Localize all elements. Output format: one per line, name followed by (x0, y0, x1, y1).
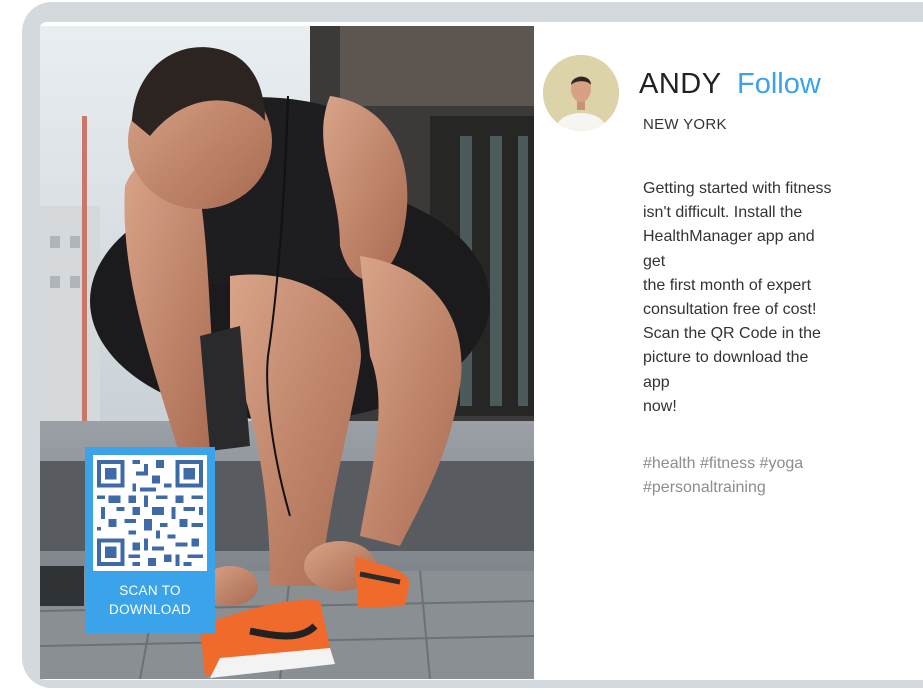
user-location: NEW YORK (643, 116, 727, 133)
description-line: isn't difficult. Install the (643, 204, 803, 222)
qr-label-line1: SCAN TO (119, 583, 181, 598)
description-line: Scan the QR Code in the (643, 325, 821, 343)
qr-code-image[interactable] (93, 455, 207, 571)
hashtag-fitness[interactable]: #fitness (700, 455, 755, 472)
post-description: Getting started with fitness isn't diffi… (643, 177, 883, 419)
description-line: consultation free of cost! (643, 301, 817, 319)
qr-code-icon (93, 456, 207, 570)
description-line: get (643, 252, 666, 270)
follow-button[interactable]: Follow (737, 68, 821, 101)
user-name[interactable]: ANDY (639, 68, 722, 101)
description-line: HealthManager app and (643, 228, 815, 246)
description-line: now! (643, 397, 677, 415)
qr-download-card[interactable]: SCAN TO DOWNLOAD (85, 447, 215, 633)
user-avatar-icon (543, 55, 619, 131)
description-line: picture to download the (643, 349, 809, 367)
description-line: app (643, 373, 670, 391)
description-line: Getting started with fitness (643, 180, 832, 197)
hashtag-yoga[interactable]: #yoga (760, 455, 804, 472)
hashtags: #health #fitness #yoga #personaltraining (643, 452, 873, 500)
avatar[interactable] (543, 55, 619, 131)
hashtag-personaltraining[interactable]: #personaltraining (643, 479, 766, 496)
qr-label: SCAN TO DOWNLOAD (85, 581, 215, 619)
hashtag-health[interactable]: #health (643, 455, 696, 472)
description-line: the first month of expert (643, 276, 812, 294)
qr-label-line2: DOWNLOAD (109, 602, 191, 617)
